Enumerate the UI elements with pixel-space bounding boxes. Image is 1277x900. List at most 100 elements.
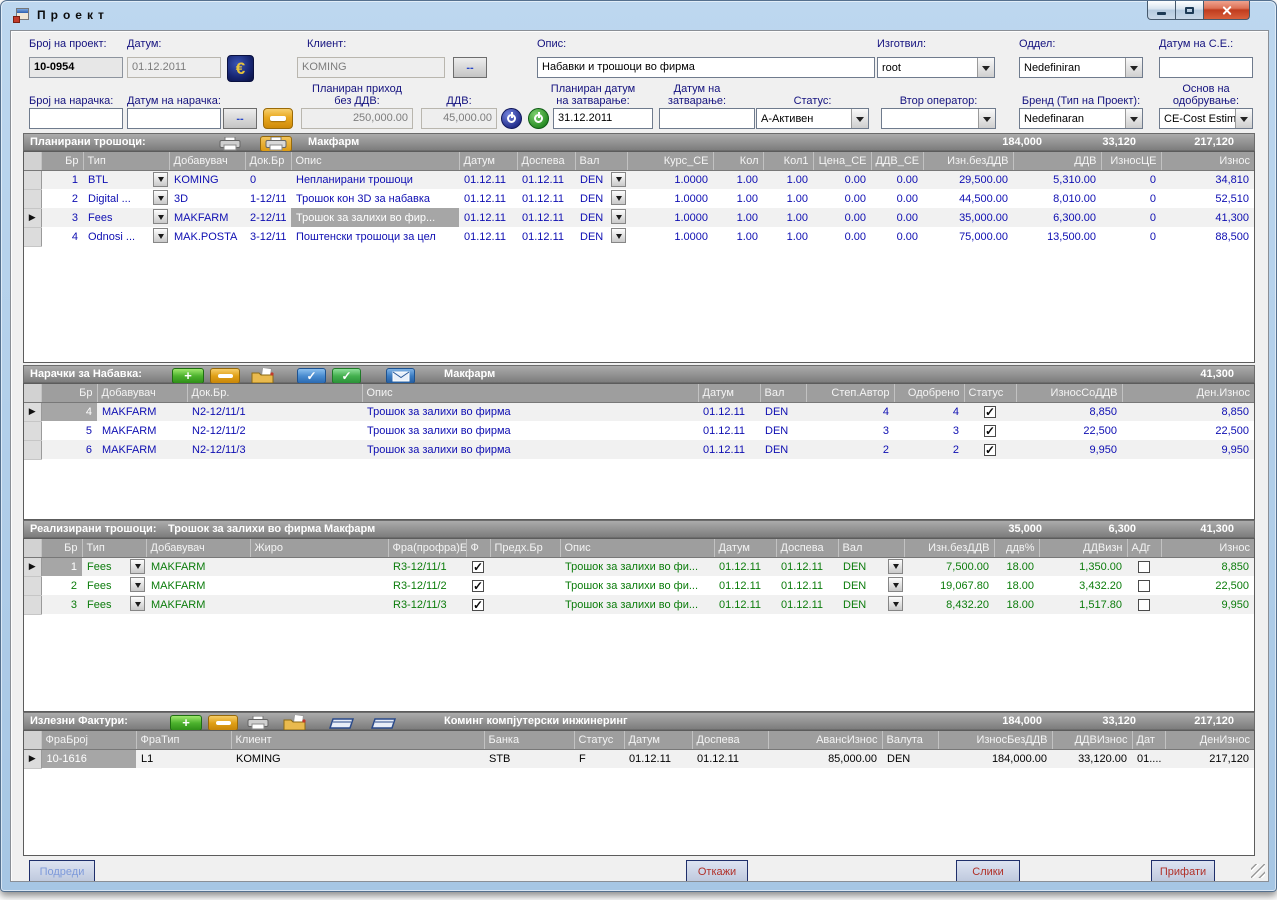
realized-costs-grid[interactable]: БрТипДобавувачЖироФра(профра)ЕФПредх.БрО… — [23, 538, 1255, 712]
grid-cell[interactable] — [250, 557, 388, 576]
row-selector[interactable] — [24, 421, 41, 440]
grid-cell[interactable]: 1.00 — [713, 227, 763, 246]
column-header[interactable]: Курс_СЕ — [627, 152, 713, 170]
planned-income-field[interactable]: 250,000.00 — [301, 108, 413, 129]
column-header[interactable]: ДДВизн — [1039, 539, 1127, 557]
grid-cell[interactable]: 1.0000 — [627, 208, 713, 227]
dropdown-button[interactable] — [153, 228, 168, 243]
client-browse-button[interactable]: -- — [453, 57, 487, 78]
grid-cell[interactable] — [964, 402, 1016, 421]
grid-cell[interactable]: 01.12.11 — [517, 189, 575, 208]
grid-cell[interactable]: 13,500.00 — [1013, 227, 1101, 246]
grid-cell[interactable]: 1,517.80 — [1039, 595, 1127, 614]
grid-cell[interactable]: N2-12/11/3 — [187, 440, 362, 459]
grid-cell[interactable]: DEN — [882, 749, 938, 768]
column-header[interactable]: Опис — [362, 384, 698, 402]
column-header[interactable]: Доспева — [692, 731, 768, 749]
grid-cell[interactable]: Odnosi ... — [83, 227, 169, 246]
power-green-icon[interactable] — [528, 108, 549, 129]
grid-cell[interactable] — [466, 557, 490, 576]
grid-cell[interactable]: 0 — [245, 170, 291, 189]
grid-cell[interactable]: 1.0000 — [627, 170, 713, 189]
column-header[interactable]: Датум — [624, 731, 692, 749]
row-selector[interactable] — [24, 227, 41, 246]
grid-cell[interactable]: 22,500 — [1161, 576, 1254, 595]
grid-cell[interactable]: 01.12.11 — [517, 170, 575, 189]
desc-field[interactable]: Набавки и трошоци во фирма — [537, 57, 875, 78]
column-header[interactable]: Кол — [713, 152, 763, 170]
grid-cell[interactable]: 4 — [806, 402, 894, 421]
column-header[interactable]: Тип — [83, 152, 169, 170]
column-header[interactable]: Датум — [459, 152, 517, 170]
remove-icon[interactable] — [208, 715, 238, 731]
grid-cell[interactable]: 35,000.00 — [923, 208, 1013, 227]
grid-cell[interactable]: 01.12.11 — [459, 170, 517, 189]
grid-cell[interactable]: 44,500.00 — [923, 189, 1013, 208]
order-date-field[interactable] — [127, 108, 221, 129]
column-header[interactable]: Бр — [41, 152, 83, 170]
grid-cell[interactable]: 0 — [1101, 189, 1161, 208]
column-header[interactable]: Ф — [466, 539, 490, 557]
grid-cell[interactable] — [964, 421, 1016, 440]
column-header[interactable]: Доспева — [776, 539, 838, 557]
grid-cell[interactable]: 01.12.11 — [714, 557, 776, 576]
grid-cell[interactable]: 01.12.11 — [714, 595, 776, 614]
column-header[interactable]: Ден.Износ — [1122, 384, 1254, 402]
grid-cell[interactable]: 01.12.11 — [714, 576, 776, 595]
author-combo[interactable]: root — [877, 57, 995, 78]
column-header[interactable]: Вал — [838, 539, 904, 557]
column-header[interactable]: ддв% — [994, 539, 1039, 557]
dropdown-button[interactable] — [153, 209, 168, 224]
images-button[interactable]: Слики — [956, 860, 1020, 882]
grid-cell[interactable] — [250, 595, 388, 614]
grid-cell[interactable] — [1127, 595, 1161, 614]
grid-cell[interactable]: Fees — [83, 208, 169, 227]
grid-cell[interactable]: 5,310.00 — [1013, 170, 1101, 189]
grid-cell[interactable]: 1.00 — [763, 227, 813, 246]
column-header[interactable]: Изн.безДДВ — [904, 539, 994, 557]
grid-cell[interactable]: Трошок кон 3D за набавка — [291, 189, 459, 208]
checkbox-unchecked[interactable] — [1138, 561, 1150, 573]
column-header[interactable]: Кол1 — [763, 152, 813, 170]
column-header[interactable]: Фра(профра)Е — [388, 539, 466, 557]
grid-cell[interactable]: 5 — [41, 421, 97, 440]
grid-cell[interactable]: R3-12/11/1 — [388, 557, 466, 576]
column-header[interactable]: ФраБрој — [41, 731, 136, 749]
grid-cell[interactable]: 29,500.00 — [923, 170, 1013, 189]
column-header[interactable]: ДДВИзнос — [1052, 731, 1132, 749]
dropdown-button[interactable] — [611, 190, 626, 205]
date-field[interactable]: 01.12.2011 — [127, 57, 221, 78]
grid-cell[interactable]: Трошок за залихи во фи... — [560, 595, 714, 614]
table-row[interactable]: ▶1FeesMAKFARMR3-12/11/1Трошок за залихи … — [24, 557, 1254, 576]
grid-cell[interactable]: 22,500 — [1016, 421, 1122, 440]
grid-cell[interactable]: 2-12/11 — [245, 208, 291, 227]
row-selector[interactable]: ▶ — [24, 557, 41, 576]
purchase-orders-grid[interactable]: БрДобавувачДок.Бр.ОписДатумВалСтеп.Автор… — [23, 383, 1255, 520]
grid-cell[interactable]: BTL — [83, 170, 169, 189]
grid-cell[interactable]: 01.... — [1132, 749, 1165, 768]
grid-cell[interactable]: 01.12.11 — [776, 576, 838, 595]
table-row[interactable]: ▶3FeesMAKFARM2-12/11Трошок за залихи во … — [24, 208, 1254, 227]
grid-cell[interactable] — [1127, 557, 1161, 576]
grid-cell[interactable]: 85,000.00 — [768, 749, 882, 768]
grid-cell[interactable]: 3D — [169, 189, 245, 208]
column-header[interactable]: ИзносБезДДВ — [938, 731, 1052, 749]
grid-cell[interactable]: 1-12/11 — [245, 189, 291, 208]
grid-cell[interactable]: 2 — [41, 576, 82, 595]
check-green-icon[interactable]: ✓ — [332, 368, 361, 384]
folder-icon[interactable] — [246, 368, 280, 384]
checkbox-unchecked[interactable] — [1138, 580, 1150, 592]
grid-cell[interactable]: Поштенски трошоци за цел — [291, 227, 459, 246]
grid-cell[interactable]: Fees — [82, 557, 146, 576]
grid-cell[interactable]: 7,500.00 — [904, 557, 994, 576]
print-icon[interactable] — [242, 715, 274, 731]
row-selector[interactable] — [24, 440, 41, 459]
grid-cell[interactable]: 01.12.11 — [517, 227, 575, 246]
grid-cell[interactable] — [466, 576, 490, 595]
add-icon[interactable]: + — [172, 368, 204, 384]
column-header[interactable]: Статус — [574, 731, 624, 749]
close-date-field[interactable] — [659, 108, 755, 129]
grid-cell[interactable]: 01.12.11 — [698, 402, 760, 421]
remove-icon[interactable] — [210, 368, 240, 384]
column-header[interactable]: ИзносЦЕ — [1101, 152, 1161, 170]
